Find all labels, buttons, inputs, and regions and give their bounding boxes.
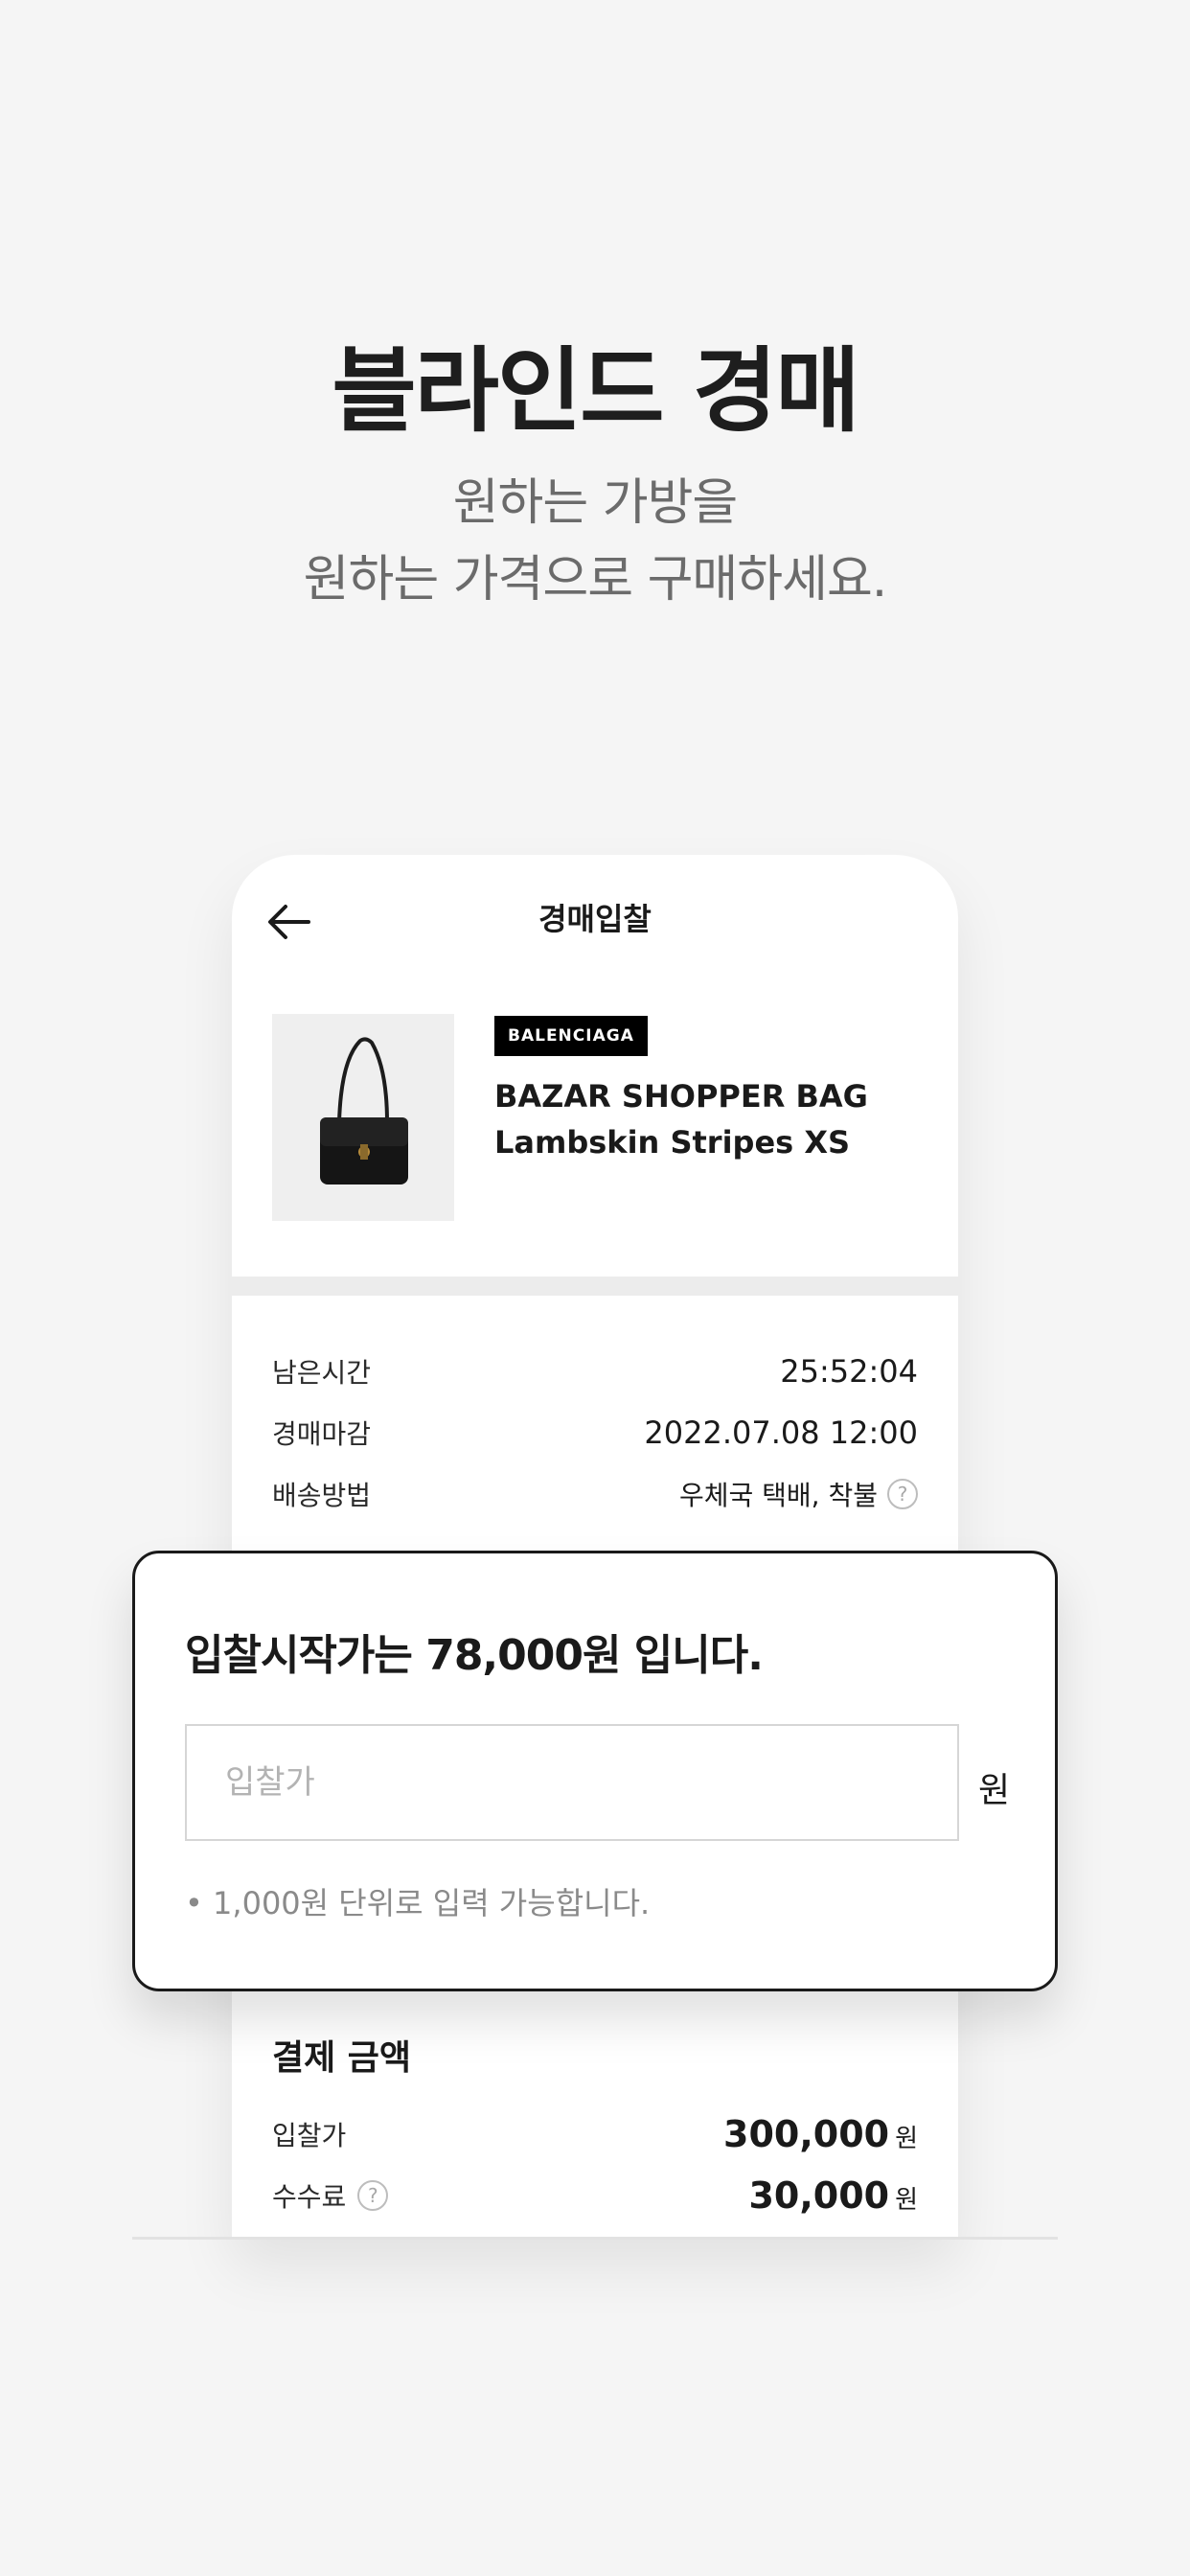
- bid-start-price-heading: 입찰시작가는 78,000원 입니다.: [185, 1631, 764, 1680]
- payment-amount-unit: 원: [895, 2186, 918, 2215]
- info-label: 경매마감: [272, 1418, 372, 1450]
- info-label: 배송방법: [272, 1480, 372, 1511]
- payment-row-fee: 수수료 ? 30,000 원: [272, 2172, 918, 2220]
- hero-subtitle-line-1: 원하는 가방을: [452, 474, 739, 532]
- product-name-line-2: Lambskin Stripes XS: [494, 1124, 851, 1161]
- page-title: 경매입찰: [538, 901, 652, 937]
- info-value: 우체국 택배, 착불 ?: [679, 1475, 918, 1513]
- phone-mockup: 경매입찰 BALENCIAGA BAZAR SHOPPER BAG Lambsk…: [232, 855, 958, 2239]
- bid-unit-label: 원: [978, 1771, 1011, 1810]
- info-label: 남은시간: [272, 1357, 372, 1389]
- bid-unit-note: • 1,000원 단위로 입력 가능합니다.: [185, 1885, 651, 1921]
- bid-input-card: 입찰시작가는 78,000원 입니다. 원 • 1,000원 단위로 입력 가능…: [132, 1551, 1058, 1991]
- app-bar: 경매입찰: [232, 855, 958, 979]
- hero-subtitle: 원하는 가방을 원하는 가격으로 구매하세요.: [0, 465, 1190, 618]
- bid-price-input[interactable]: [185, 1724, 959, 1841]
- hero-title: 블라인드 경매: [332, 337, 859, 445]
- info-row-shipping-method: 배송방법 우체국 택배, 착불 ?: [272, 1472, 918, 1516]
- payment-amount-number: 300,000: [723, 2113, 890, 2155]
- payment-row-bid: 입찰가 300,000 원: [272, 2110, 918, 2158]
- brand-badge: BALENCIAGA: [494, 1016, 648, 1056]
- help-icon[interactable]: ?: [887, 1479, 918, 1509]
- payment-amount: 30,000 원: [748, 2174, 918, 2217]
- help-icon[interactable]: ?: [357, 2180, 389, 2211]
- payment-label: 입찰가: [272, 2120, 347, 2151]
- info-value: 2022.07.08 12:00: [644, 1414, 918, 1451]
- product-name: BAZAR SHOPPER BAG Lambskin Stripes XS: [494, 1073, 916, 1165]
- info-value: 25:52:04: [780, 1353, 918, 1390]
- product-name-line-1: BAZAR SHOPPER BAG: [494, 1078, 868, 1115]
- section-divider: [232, 1276, 958, 1296]
- fee-label-text: 수수료: [272, 2181, 347, 2213]
- payment-amount-number: 30,000: [748, 2174, 890, 2217]
- info-row-auction-deadline: 경매마감 2022.07.08 12:00: [272, 1411, 918, 1455]
- payment-label: 수수료 ?: [272, 2176, 389, 2215]
- info-row-remaining-time: 남은시간 25:52:04: [272, 1349, 918, 1393]
- product-image[interactable]: [272, 1014, 454, 1221]
- baseline-divider: [132, 2237, 1058, 2240]
- hero-subtitle-line-2: 원하는 가격으로 구매하세요.: [303, 551, 888, 609]
- shipping-method-text: 우체국 택배, 착불: [678, 1480, 878, 1511]
- handbag-icon: [320, 1037, 408, 1184]
- payment-amount-unit: 원: [895, 2125, 918, 2153]
- payment-amount: 300,000 원: [723, 2113, 918, 2155]
- payment-title: 결제 금액: [272, 2038, 412, 2078]
